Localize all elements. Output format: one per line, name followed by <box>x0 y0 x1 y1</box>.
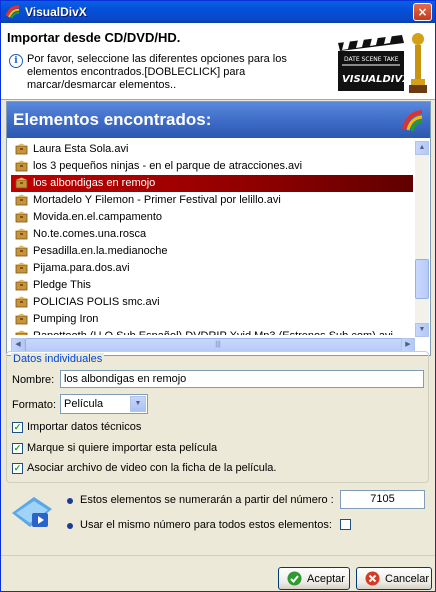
format-value: Película <box>64 398 104 410</box>
import-technical-checkbox[interactable]: ✓ <box>12 422 23 433</box>
info-text: Por favor, seleccione las diferentes opc… <box>27 53 287 91</box>
same-number-checkbox[interactable] <box>340 519 351 530</box>
cancel-label: Cancelar <box>385 573 430 585</box>
cancel-button[interactable]: Cancelar <box>356 567 432 590</box>
window-title: VisualDivX <box>25 5 87 19</box>
scroll-down-icon[interactable]: ▼ <box>415 323 429 337</box>
film-box-icon <box>15 245 28 257</box>
list-item[interactable]: los albondigas en remojo <box>11 175 413 192</box>
film-import-icon <box>12 497 52 527</box>
close-button[interactable]: × <box>413 3 432 21</box>
list-item-label: Pumping Iron <box>33 313 99 325</box>
associate-file-checkbox[interactable]: ✓ <box>12 463 23 474</box>
film-box-icon <box>15 228 28 240</box>
logo-text: VISUALDIVX <box>342 74 411 85</box>
found-elements-list[interactable]: Laura Esta Sola.avi los 3 pequeños ninjas… <box>11 141 413 335</box>
film-box-icon <box>15 160 28 172</box>
list-item[interactable]: POLICIAS POLIS smc.avi <box>11 294 413 311</box>
same-number-label: Usar el mismo número para todos estos el… <box>80 519 332 531</box>
list-item[interactable]: Mortadelo Y Filemon - Primer Festival po… <box>11 192 413 209</box>
import-movie-checkbox[interactable]: ✓ <box>12 443 23 454</box>
list-item-label: Mortadelo Y Filemon - Primer Festival po… <box>33 194 281 206</box>
film-box-icon <box>15 177 28 189</box>
info-icon: i <box>9 54 23 68</box>
list-item-label: Movida.en.el.campamento <box>33 211 163 223</box>
app-icon <box>5 5 20 19</box>
film-box-icon <box>15 262 28 274</box>
page-title: Importar desde CD/DVD/HD. <box>7 30 181 45</box>
name-field[interactable]: los albondigas en remojo <box>60 370 424 388</box>
film-box-icon <box>15 296 28 308</box>
film-box-icon <box>15 313 28 325</box>
check-icon <box>287 571 302 586</box>
visualdivx-logo-icon: DATE SCENE TAKE VISUALDIVX <box>338 33 427 93</box>
format-label: Formato: <box>12 399 57 411</box>
associate-file-label: Asociar archivo de video con la ficha de… <box>27 462 277 474</box>
found-elements-group: Elementos encontrados: Laura Esta Sola.a… <box>6 101 431 356</box>
scroll-left-icon[interactable]: ◀ <box>11 338 25 352</box>
list-item-label: Laura Esta Sola.avi <box>33 143 129 155</box>
name-label: Nombre: <box>12 374 55 386</box>
list-item[interactable]: Pumping Iron <box>11 311 413 328</box>
format-select[interactable]: Película ▼ <box>60 394 148 414</box>
title-bar[interactable]: VisualDivX × <box>1 1 435 23</box>
film-box-icon <box>15 211 28 223</box>
individual-data-legend: Datos individuales <box>11 353 105 365</box>
list-item[interactable]: No.te.comes.una.rosca <box>11 226 413 243</box>
film-box-icon <box>15 194 28 206</box>
film-box-icon <box>15 143 28 155</box>
list-item[interactable]: Movida.en.el.campamento <box>11 209 413 226</box>
scroll-thumb[interactable] <box>415 259 429 299</box>
list-item[interactable]: Laura Esta Sola.avi <box>11 141 413 158</box>
list-item[interactable]: los 3 pequeños ninjas - en el parque de … <box>11 158 413 175</box>
rainbow-logo-icon <box>402 110 423 132</box>
numbering-label: Estos elementos se numerarán a partir de… <box>80 494 334 506</box>
film-box-icon <box>15 330 28 335</box>
horizontal-scrollbar[interactable]: ◀ ||| ▶ <box>11 338 415 352</box>
list-item-label: POLICIAS POLIS smc.avi <box>33 296 160 308</box>
bullet-icon <box>67 523 73 529</box>
list-item[interactable]: Pijama.para.dos.avi <box>11 260 413 277</box>
list-item-label: Rapottooth (U.O Sub Español) DVDRIP Xvid… <box>33 330 393 335</box>
found-elements-header: Elementos encontrados: <box>7 102 430 138</box>
import-technical-label: Importar datos técnicos <box>27 421 142 433</box>
list-item[interactable]: Pesadilla.en.la.medianoche <box>11 243 413 260</box>
chevron-down-icon[interactable]: ▼ <box>130 396 146 412</box>
vertical-scrollbar[interactable]: ▲ ▼ <box>415 141 429 337</box>
cancel-icon <box>365 571 380 586</box>
clapper-label: DATE SCENE TAKE <box>344 56 399 63</box>
accept-button[interactable]: Aceptar <box>278 567 350 590</box>
film-box-icon <box>15 279 28 291</box>
list-item-label: los 3 pequeños ninjas - en el parque de … <box>33 160 303 172</box>
dialog-window: VisualDivX × Importar desde CD/DVD/HD. i… <box>0 0 436 592</box>
start-number-field[interactable]: 7105 <box>340 490 425 509</box>
list-item-label: Pesadilla.en.la.medianoche <box>33 245 168 257</box>
list-item[interactable]: Pledge This <box>11 277 413 294</box>
list-item-label: los albondigas en remojo <box>33 177 156 189</box>
scroll-right-icon[interactable]: ▶ <box>401 338 415 352</box>
list-item-label: Pledge This <box>33 279 91 291</box>
list-item-label: Pijama.para.dos.avi <box>33 262 130 274</box>
accept-label: Aceptar <box>307 573 345 585</box>
list-item-label: No.te.comes.una.rosca <box>33 228 147 240</box>
header-panel: Importar desde CD/DVD/HD. i Por favor, s… <box>1 23 435 100</box>
divider <box>1 555 435 556</box>
scroll-up-icon[interactable]: ▲ <box>415 141 429 155</box>
bullet-icon <box>67 498 73 504</box>
found-elements-title: Elementos encontrados: <box>13 110 212 129</box>
horizontal-scroll-thumb[interactable]: ||| <box>25 338 411 352</box>
list-item[interactable]: Rapottooth (U.O Sub Español) DVDRIP Xvid… <box>11 328 413 335</box>
import-movie-label: Marque si quiere importar esta película <box>27 442 218 454</box>
